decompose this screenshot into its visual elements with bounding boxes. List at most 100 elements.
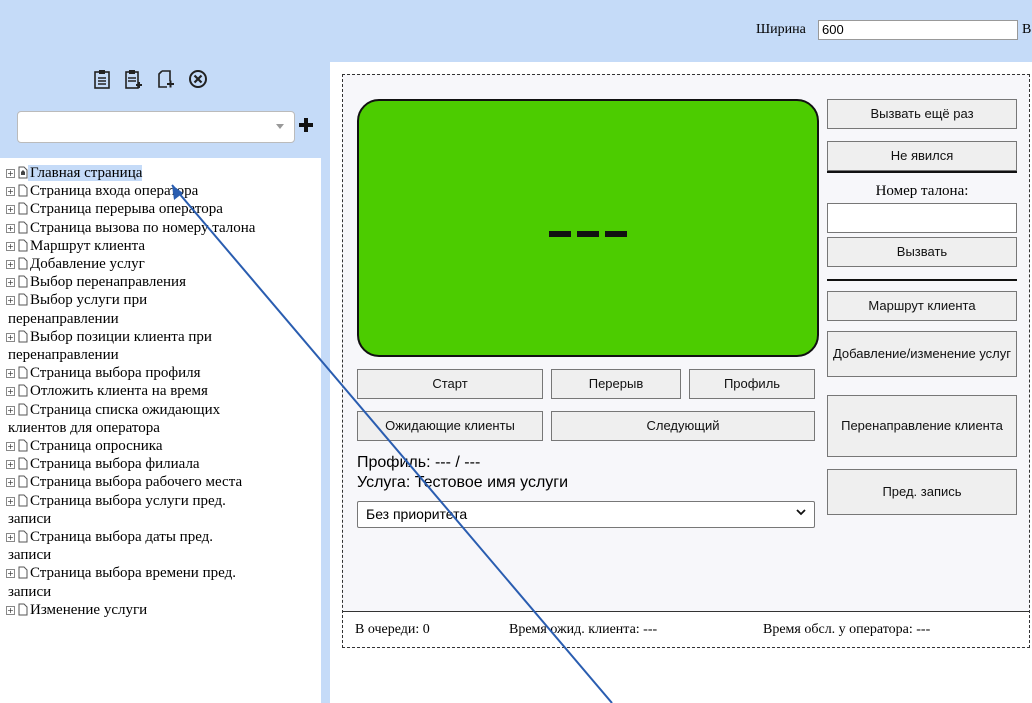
priority-select-value: Без приоритета (366, 506, 468, 522)
expand-icon[interactable]: + (6, 405, 15, 415)
width-input[interactable]: 600 (818, 20, 1018, 40)
expand-icon[interactable]: + (6, 496, 15, 506)
tree-item-label-cont: записи (8, 510, 52, 527)
operator-service-time: Время обсл. у оператора: --- (763, 622, 931, 637)
tree-item[interactable]: + Выбор услуги при перенаправлении (4, 291, 320, 327)
operator-frame: Вызвать ещё раз Не явился Номер талона: … (342, 74, 1030, 648)
width-label: Ширина (756, 22, 806, 37)
tree-item[interactable]: + Страница вызова по номеру талона (4, 219, 320, 237)
tree-item-label: Страница выбора филиала (30, 456, 200, 473)
tree-item[interactable]: + Выбор перенаправления (4, 273, 320, 291)
add-change-services-button[interactable]: Добавление/изменение услуг (827, 331, 1017, 377)
tree-item[interactable]: + Главная страница (4, 164, 320, 182)
expand-icon[interactable]: + (6, 369, 15, 379)
tree-item-label: Страница выбора услуги пред. (30, 492, 226, 509)
tree-item-label: Выбор позиции клиента при (30, 328, 212, 345)
tree-item[interactable]: + Страница перерыва оператора (4, 200, 320, 218)
start-button[interactable]: Старт (357, 369, 543, 399)
home-page-icon (18, 166, 28, 179)
tree-item[interactable]: + Страница выбора филиала (4, 455, 320, 473)
tree-item-label: Страница перерыва оператора (30, 201, 223, 218)
tree-item-label: Выбор услуги при (30, 292, 148, 309)
tree-item[interactable]: + Страница выбора времени пред. записи (4, 564, 320, 600)
redirect-client-button[interactable]: Перенаправление клиента (827, 395, 1017, 457)
close-circle-icon[interactable] (188, 68, 208, 90)
expand-icon[interactable]: + (6, 278, 15, 288)
page-icon (18, 494, 28, 507)
profile-button[interactable]: Профиль (689, 369, 815, 399)
expand-icon[interactable]: + (6, 169, 15, 178)
next-button[interactable]: Следующий (551, 411, 815, 441)
chevron-down-icon (276, 124, 284, 129)
expand-icon[interactable]: + (6, 442, 15, 452)
page-icon (18, 566, 28, 579)
tree-item-label: Маршрут клиента (30, 237, 146, 254)
page-icon (18, 330, 28, 343)
expand-icon[interactable]: + (6, 187, 15, 197)
priority-select[interactable]: Без приоритета (357, 501, 815, 528)
expand-icon[interactable]: + (6, 605, 15, 615)
tree-item[interactable]: + Выбор позиции клиента при перенаправлени… (4, 328, 320, 364)
divider (827, 171, 1017, 173)
expand-icon[interactable]: + (6, 223, 15, 233)
call-button[interactable]: Вызвать (827, 237, 1017, 267)
no-show-button[interactable]: Не явился (827, 141, 1017, 171)
waiting-clients-button[interactable]: Ожидающие клиенты (357, 411, 543, 441)
break-button[interactable]: Перерыв (551, 369, 681, 399)
expand-icon[interactable]: + (6, 260, 15, 270)
chevron-down-icon (796, 509, 806, 516)
ticket-number-input[interactable] (827, 203, 1017, 233)
tree-item-label: Страница выбора даты пред. (30, 529, 214, 546)
expand-icon[interactable]: + (6, 387, 15, 397)
tree-item-label-cont: записи (8, 583, 52, 600)
call-again-button[interactable]: Вызвать ещё раз (827, 99, 1017, 129)
status-bar: В очереди: 0 Время ожид. клиента: --- Вр… (343, 611, 1029, 647)
expand-icon[interactable]: + (6, 478, 15, 488)
page-combo[interactable] (17, 111, 295, 143)
expand-icon[interactable]: + (6, 569, 15, 579)
tree-item-label: Страница вызова по номеру талона (30, 219, 256, 236)
page-icon (18, 403, 28, 416)
page-icon (18, 221, 28, 234)
tree-item[interactable]: + Маршрут клиента (4, 237, 320, 255)
profile-text: Профиль: --- / --- (357, 454, 481, 471)
tree-item[interactable]: + Страница выбора рабочего места (4, 473, 320, 491)
expand-icon[interactable]: + (6, 205, 15, 215)
splitter[interactable] (322, 62, 330, 703)
tree-item[interactable]: + Страница выбора профиля (4, 364, 320, 382)
tree-item[interactable]: + Страница выбора даты пред. записи (4, 528, 320, 564)
tree-item[interactable]: + Страница списка ожидающих клиентов для о… (4, 401, 320, 437)
clipboard-add-icon[interactable] (124, 68, 144, 90)
tree-item[interactable]: + Отложить клиента на время (4, 382, 320, 400)
tree-item-label: Страница выбора рабочего места (30, 474, 243, 491)
divider (827, 279, 1017, 281)
tree-item-label: Отложить клиента на время (30, 383, 208, 400)
expand-icon[interactable]: + (6, 241, 15, 251)
pre-booking-button[interactable]: Пред. запись (827, 469, 1017, 515)
client-wait-time: Время ожид. клиента: --- (509, 622, 658, 637)
plus-icon[interactable] (299, 118, 313, 137)
client-route-button[interactable]: Маршрут клиента (827, 291, 1017, 321)
tree-item-label: Страница входа оператора (30, 183, 199, 200)
tree-item-label-cont: перенаправлении (8, 310, 119, 327)
page-add-icon[interactable] (156, 68, 176, 90)
tree-item[interactable]: + Добавление услуг (4, 255, 320, 273)
clipboard-icon[interactable] (92, 68, 112, 90)
page-icon (18, 239, 28, 252)
tree-item[interactable]: + Страница выбора услуги пред. записи (4, 492, 320, 528)
expand-icon[interactable]: + (6, 460, 15, 470)
page-icon (18, 439, 28, 452)
queue-count: В очереди: 0 (355, 622, 430, 637)
expand-icon[interactable]: + (6, 296, 15, 306)
expand-icon[interactable]: + (6, 332, 15, 342)
tree-item-label: Выбор перенаправления (30, 274, 186, 291)
page-icon (18, 475, 28, 488)
tree-item-label: Страница выбора времени пред. (30, 565, 236, 582)
tree-item-label: Страница опросника (30, 438, 163, 455)
tree-item[interactable]: + Страница входа оператора (4, 182, 320, 200)
page-icon (18, 275, 28, 288)
tree-item[interactable]: + Страница опросника (4, 437, 320, 455)
profile-info: Профиль: --- / --- Услуга: Тестовое имя … (357, 453, 568, 493)
tree-item[interactable]: + Изменение услуги (4, 601, 320, 619)
expand-icon[interactable]: + (6, 533, 15, 543)
